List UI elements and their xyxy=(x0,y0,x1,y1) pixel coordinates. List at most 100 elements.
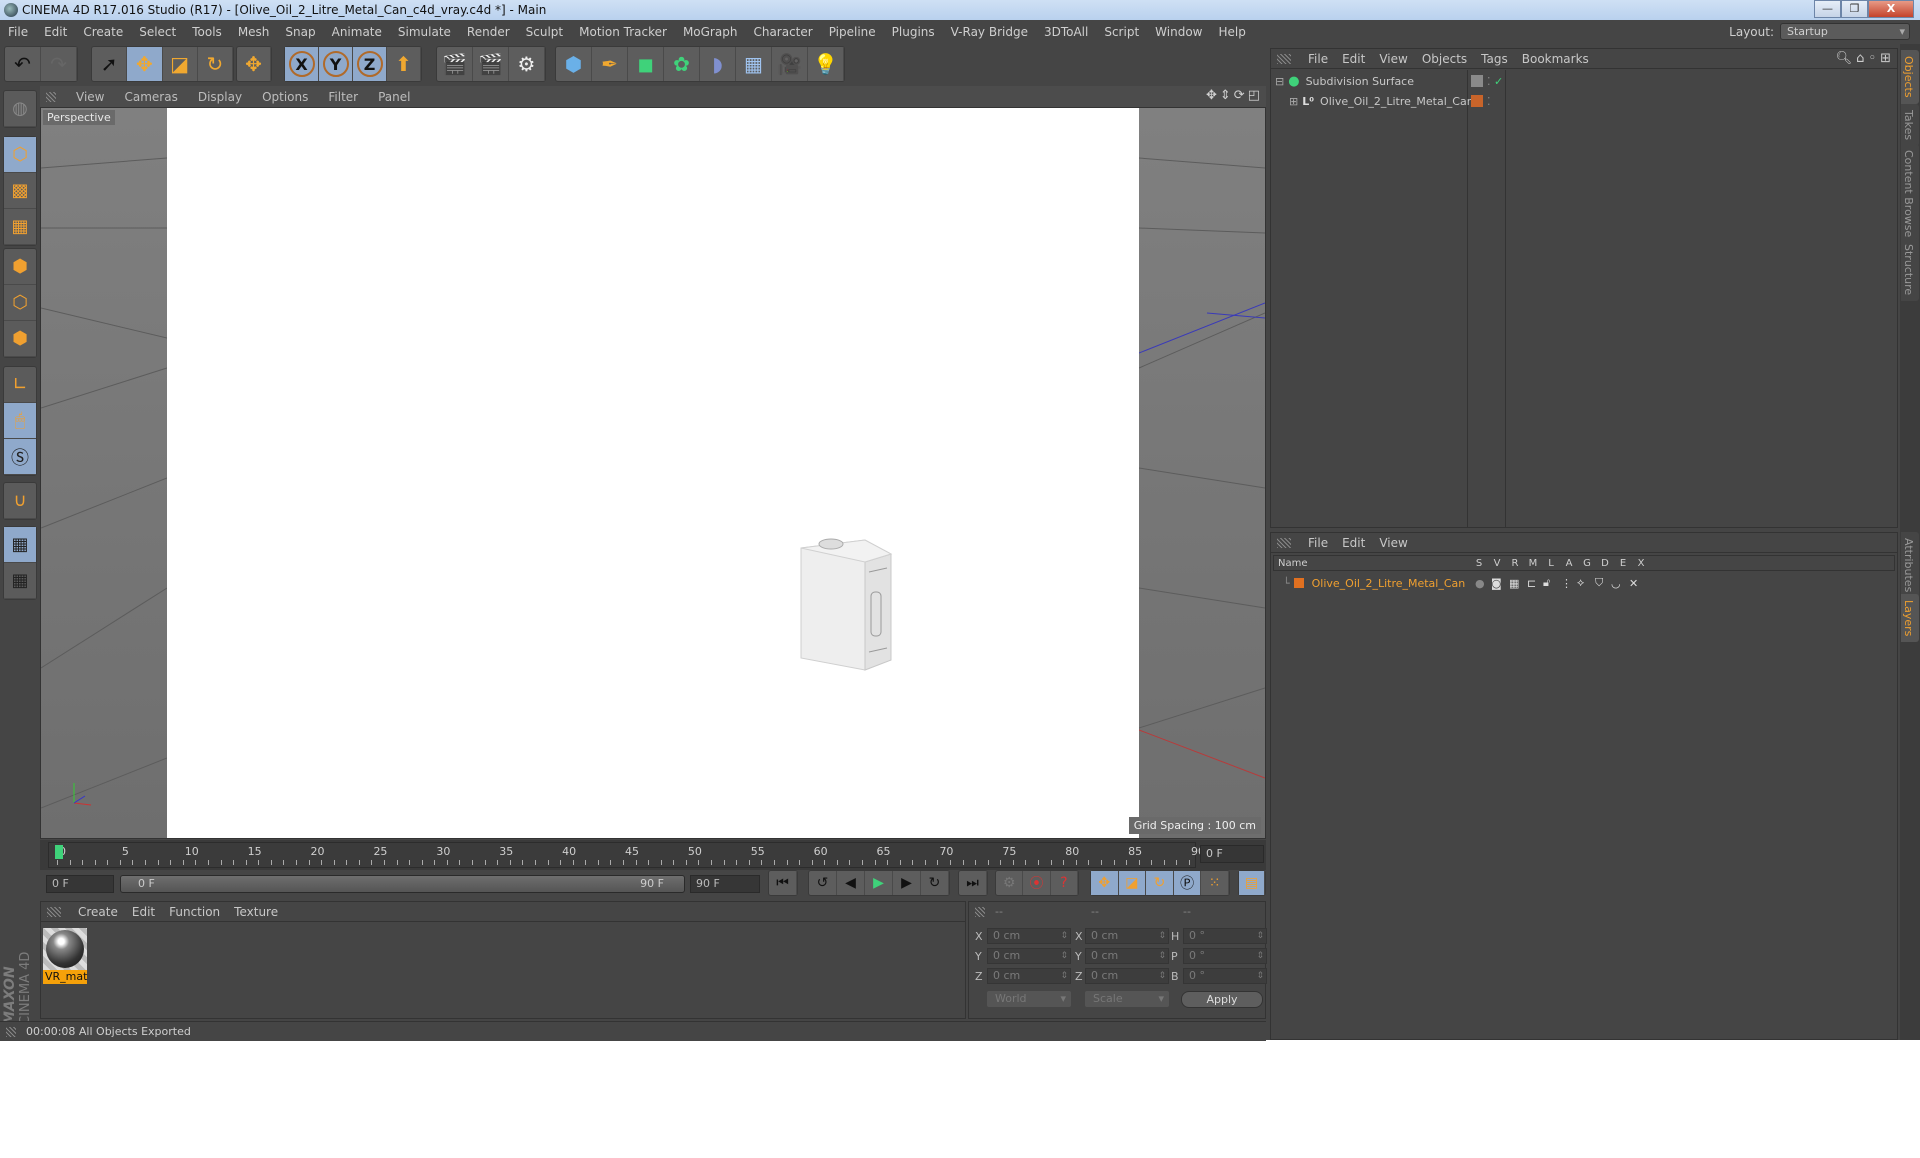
object-row-olive-oil-can[interactable]: ⊞ L⁰ Olive_Oil_2_Litre_Metal_Can ⁚ xyxy=(1271,91,1897,111)
position-z-field[interactable]: 0 cm xyxy=(987,968,1071,984)
rotation-h-field[interactable]: 0 ° xyxy=(1183,928,1267,944)
viewport-pan-icon[interactable]: ✥ xyxy=(1206,88,1217,103)
generators-toggle-icon[interactable]: ⟡ xyxy=(1577,576,1584,590)
expressions-toggle-icon[interactable]: ◡ xyxy=(1611,577,1621,590)
panel-grip-icon[interactable] xyxy=(1277,537,1291,548)
lock-toggle-icon[interactable]: 🔓︎ xyxy=(1543,576,1550,590)
points-mode-icon[interactable]: ⬢ xyxy=(4,249,36,285)
undo-icon[interactable]: ↶ xyxy=(5,47,41,81)
new-panel-icon[interactable]: ⊞ xyxy=(1880,51,1891,66)
visible-toggle-icon[interactable]: ◙ xyxy=(1491,577,1502,590)
object-name[interactable]: Olive_Oil_2_Litre_Metal_Can xyxy=(1320,95,1474,108)
tab-attributes[interactable]: Attributes xyxy=(1901,532,1919,599)
material-menu-function[interactable]: Function xyxy=(162,905,227,919)
size-x-field[interactable]: 0 cm xyxy=(1085,928,1169,944)
layers-menu-file[interactable]: File xyxy=(1301,536,1335,550)
solo-toggle-icon[interactable]: ● xyxy=(1475,577,1485,590)
menu-window[interactable]: Window xyxy=(1147,25,1210,39)
objects-menu-bookmarks[interactable]: Bookmarks xyxy=(1515,52,1596,66)
keyframe-selection-icon[interactable]: ⚙ xyxy=(996,871,1024,895)
light-icon[interactable]: 💡 xyxy=(808,47,844,81)
objects-menu-file[interactable]: File xyxy=(1301,52,1335,66)
3d-viewport[interactable]: Perspective Grid Spacing : 100 cm xyxy=(40,107,1266,839)
layers-menu-edit[interactable]: Edit xyxy=(1335,536,1372,550)
search-icon[interactable]: 🔍︎ xyxy=(1836,51,1853,66)
planar-workplane-icon[interactable]: ▦ xyxy=(4,563,36,599)
position-x-field[interactable]: 0 cm xyxy=(987,928,1071,944)
home-icon[interactable]: ⌂ xyxy=(1856,51,1864,66)
close-button[interactable]: X xyxy=(1868,0,1914,18)
z-axis-lock-button[interactable]: Z xyxy=(353,47,387,81)
menu-plugins[interactable]: Plugins xyxy=(884,25,943,39)
record-active-objects-icon[interactable]: ⦿ xyxy=(1023,871,1051,895)
viewport-menu-filter[interactable]: Filter xyxy=(318,90,368,104)
scale-tool-icon[interactable]: ◪ xyxy=(163,47,198,81)
subdivision-surface-icon[interactable]: ◼ xyxy=(628,47,664,81)
manager-toggle-icon[interactable]: ⊏ xyxy=(1527,577,1536,590)
xref-toggle-icon[interactable]: ✕ xyxy=(1629,577,1638,590)
x-axis-lock-button[interactable]: X xyxy=(285,47,319,81)
position-y-field[interactable]: 0 cm xyxy=(987,948,1071,964)
texture-mode-icon[interactable]: ▩ xyxy=(4,173,36,209)
material-menu-create[interactable]: Create xyxy=(71,905,125,919)
recent-tool-icon[interactable]: ✥ xyxy=(237,47,271,81)
timeline-ruler[interactable]: 051015202530354045505560657075808590 xyxy=(48,842,1205,868)
locked-workplane-icon[interactable]: ▦ xyxy=(4,527,36,563)
menu-file[interactable]: File xyxy=(0,25,36,39)
next-frame-icon[interactable]: ▶ xyxy=(893,871,921,895)
rotation-b-field[interactable]: 0 ° xyxy=(1183,968,1267,984)
current-frame-field[interactable]: 0 F xyxy=(1200,845,1264,863)
menu-select[interactable]: Select xyxy=(131,25,184,39)
previous-frame-icon[interactable]: ◀ xyxy=(837,871,865,895)
material-swatch[interactable]: VR_mat xyxy=(43,928,87,984)
edges-mode-icon[interactable]: ⬡ xyxy=(4,285,36,321)
y-axis-lock-button[interactable]: Y xyxy=(319,47,353,81)
size-y-field[interactable]: 0 cm xyxy=(1085,948,1169,964)
minimize-button[interactable]: — xyxy=(1814,0,1841,18)
editor-render-dots-icon[interactable]: ⁚ xyxy=(1487,95,1491,108)
polygons-mode-icon[interactable]: ⬢ xyxy=(4,321,36,357)
menu-animate[interactable]: Animate xyxy=(324,25,390,39)
panel-grip-icon[interactable] xyxy=(1277,53,1291,64)
viewport-zoom-icon[interactable]: ⇕ xyxy=(1220,88,1231,103)
viewport-menu-options[interactable]: Options xyxy=(252,90,318,104)
panel-grip-icon[interactable] xyxy=(46,91,56,102)
menu-help[interactable]: Help xyxy=(1210,25,1253,39)
material-menu-edit[interactable]: Edit xyxy=(125,905,162,919)
column-animation[interactable]: A xyxy=(1560,558,1578,569)
record-rotation-icon[interactable]: ↻ xyxy=(1146,871,1174,895)
visibility-toggle-icon[interactable] xyxy=(1471,75,1483,87)
tab-content-browser[interactable]: Content Browser xyxy=(1901,144,1919,248)
workplane-mode-icon[interactable]: ▦ xyxy=(4,209,36,245)
column-generators[interactable]: G xyxy=(1578,558,1596,569)
redo-icon[interactable]: ↷ xyxy=(41,47,77,81)
viewport-menu-panel[interactable]: Panel xyxy=(368,90,420,104)
objects-menu-edit[interactable]: Edit xyxy=(1335,52,1372,66)
previous-key-icon[interactable]: ↺ xyxy=(809,871,837,895)
menu-mesh[interactable]: Mesh xyxy=(230,25,278,39)
viewport-menu-cameras[interactable]: Cameras xyxy=(114,90,187,104)
model-mode-icon[interactable]: ⬡ xyxy=(4,137,36,173)
record-point-level-icon[interactable]: ⁙ xyxy=(1201,871,1229,895)
coordinate-mode-dropdown[interactable]: World xyxy=(987,991,1071,1007)
bend-deformer-icon[interactable]: ◗ xyxy=(700,47,736,81)
layer-name[interactable]: Olive_Oil_2_Litre_Metal_Can xyxy=(1312,577,1466,590)
record-position-icon[interactable]: ✥ xyxy=(1091,871,1119,895)
menu-mograph[interactable]: MoGraph xyxy=(675,25,746,39)
objects-menu-view[interactable]: View xyxy=(1372,52,1414,66)
layer-color-swatch[interactable] xyxy=(1471,95,1483,107)
deformers-toggle-icon[interactable]: ⛉ xyxy=(1595,576,1603,590)
menu-vray-bridge[interactable]: V-Ray Bridge xyxy=(943,25,1036,39)
world-coordinate-system-icon[interactable]: ⬆ xyxy=(387,47,421,81)
rotate-tool-icon[interactable]: ↻ xyxy=(198,47,233,81)
tab-takes[interactable]: Takes xyxy=(1901,104,1919,147)
object-name[interactable]: Subdivision Surface xyxy=(1306,75,1414,88)
menu-tools[interactable]: Tools xyxy=(184,25,230,39)
pen-spline-icon[interactable]: ✒ xyxy=(592,47,628,81)
go-to-start-icon[interactable]: ⏮ xyxy=(769,871,797,895)
playhead[interactable] xyxy=(55,845,63,859)
column-manager[interactable]: M xyxy=(1524,558,1542,569)
column-visible[interactable]: V xyxy=(1488,558,1506,569)
start-frame-field[interactable]: 0 F xyxy=(46,875,114,893)
column-expressions[interactable]: E xyxy=(1614,558,1632,569)
